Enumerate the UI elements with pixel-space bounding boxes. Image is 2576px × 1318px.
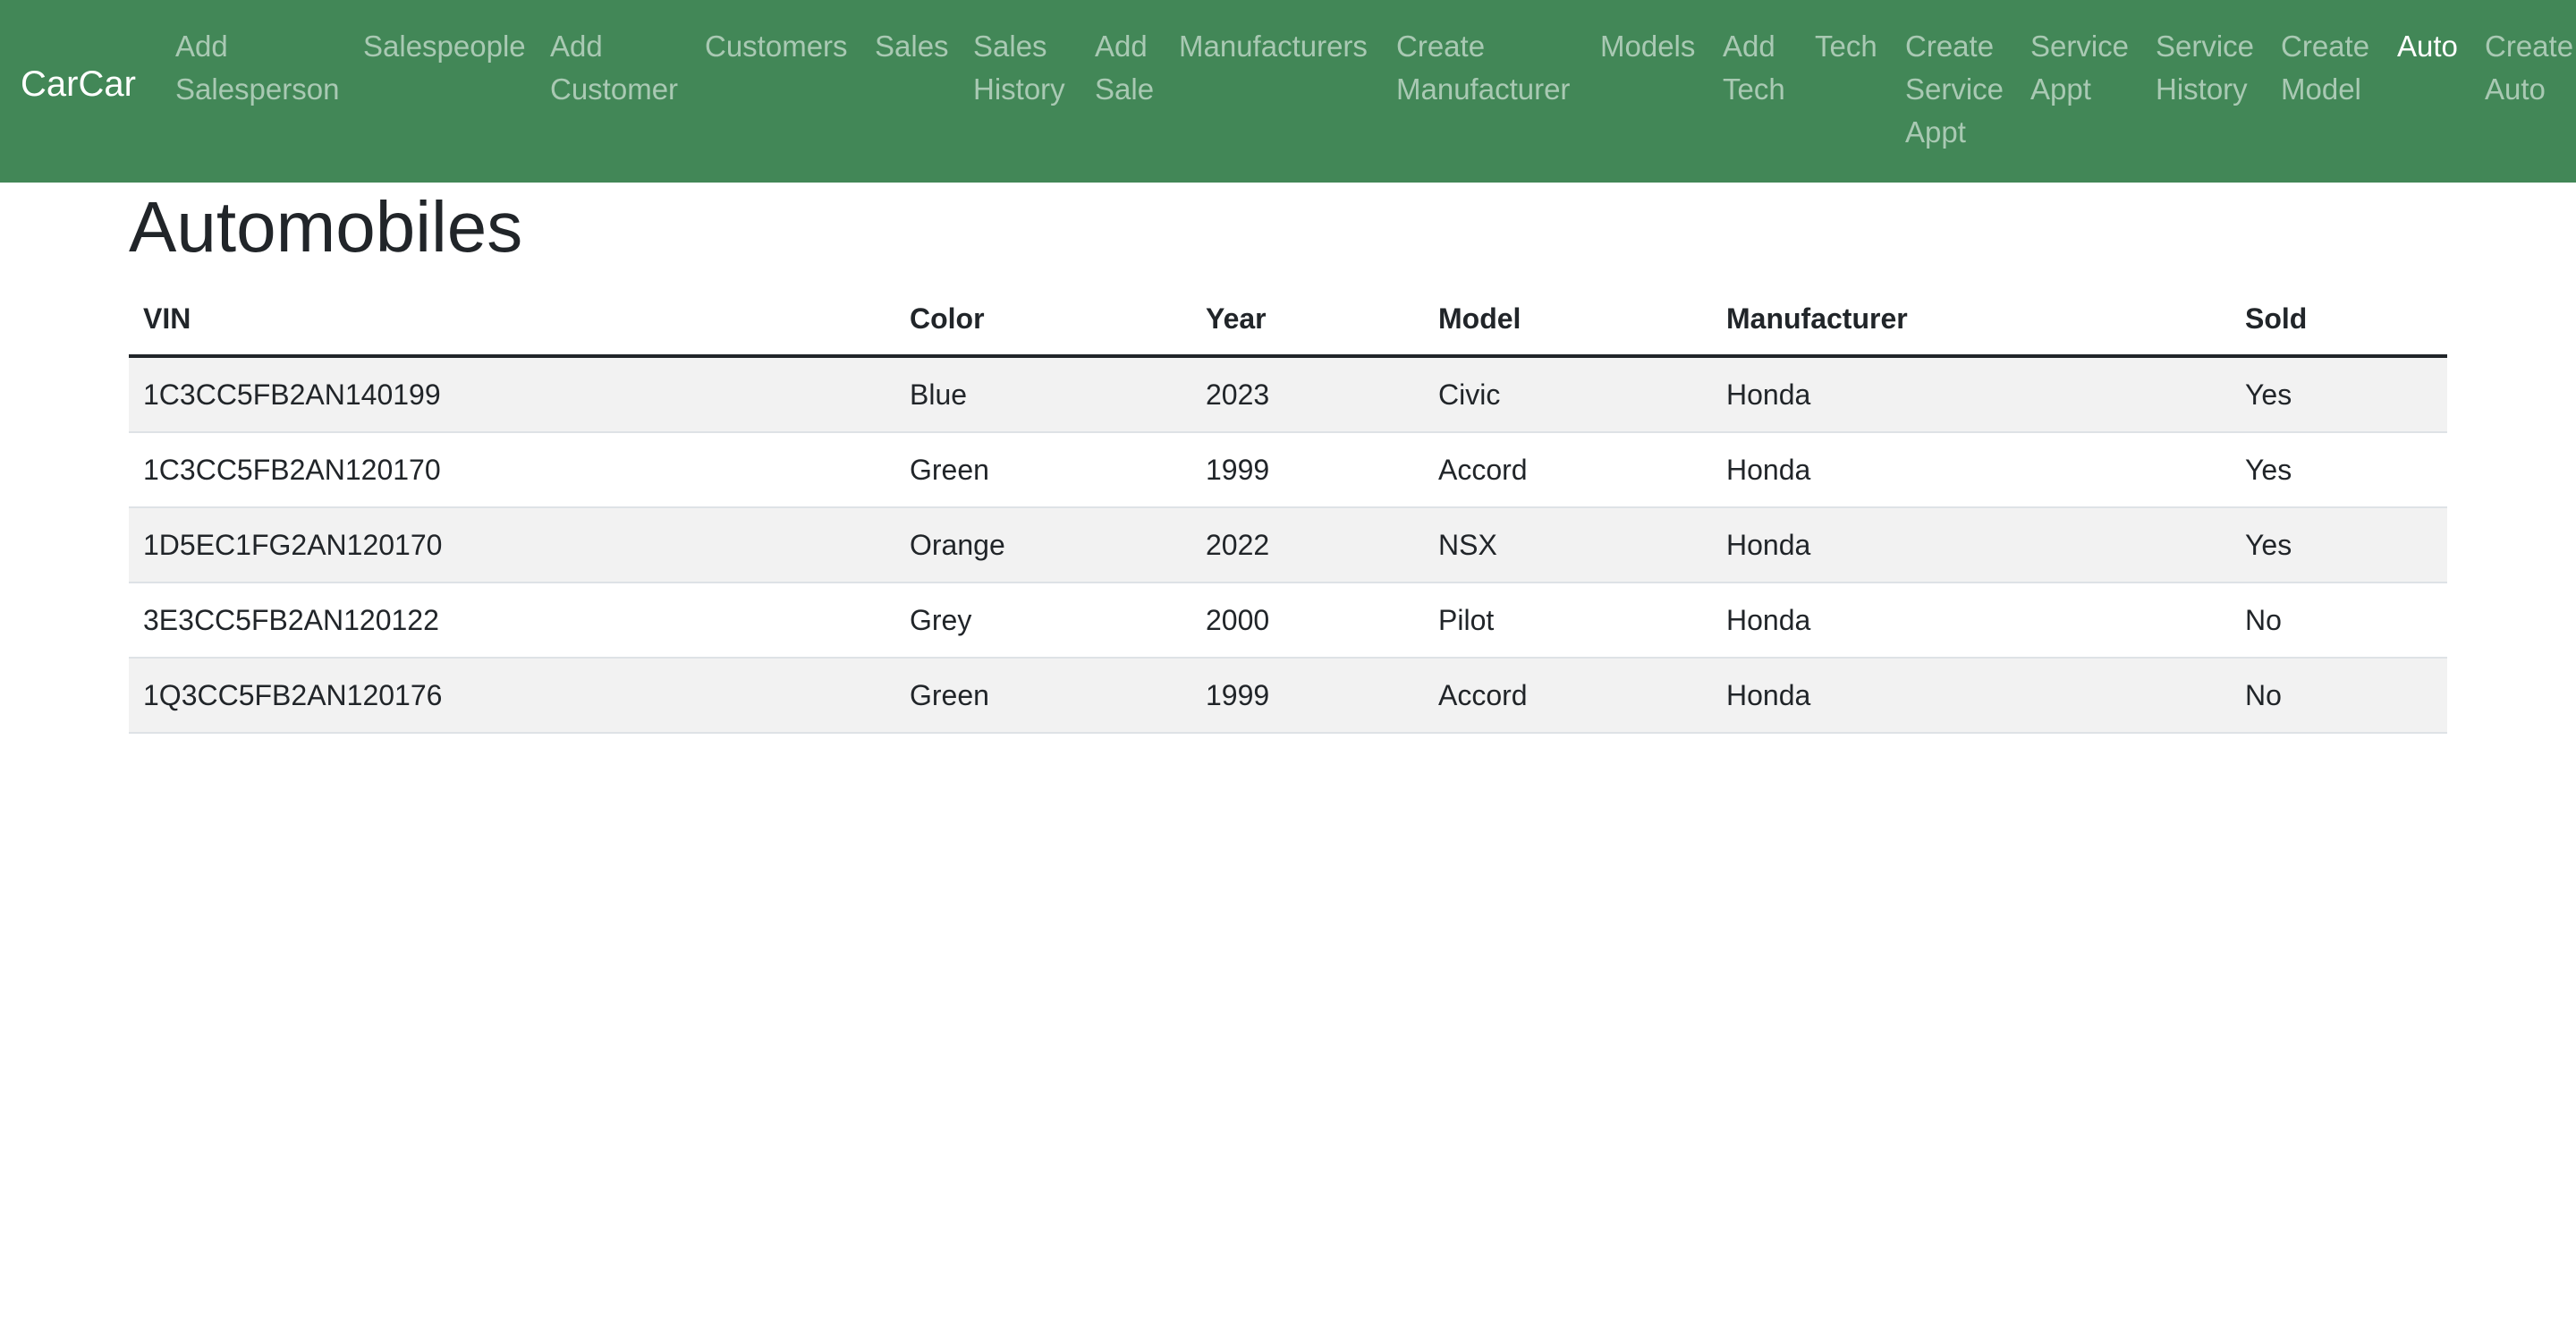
cell-vin: 1Q3CC5FB2AN120176 <box>129 658 895 734</box>
cell-model: Pilot <box>1424 582 1712 659</box>
cell-sold: Yes <box>2231 507 2447 583</box>
nav-sales-history[interactable]: Sales History <box>973 25 1065 111</box>
nav-create-auto[interactable]: Create Auto <box>2485 25 2573 111</box>
cell-vin: 3E3CC5FB2AN120122 <box>129 582 895 659</box>
cell-year: 2023 <box>1191 356 1424 433</box>
cell-model: NSX <box>1424 507 1712 583</box>
table-row: 3E3CC5FB2AN120122 Grey 2000 Pilot Honda … <box>129 582 2447 659</box>
cell-color: Grey <box>895 582 1191 659</box>
cell-model: Accord <box>1424 432 1712 508</box>
cell-color: Orange <box>895 507 1191 583</box>
cell-sold: Yes <box>2231 356 2447 433</box>
cell-sold: No <box>2231 658 2447 734</box>
cell-model: Civic <box>1424 356 1712 433</box>
cell-year: 1999 <box>1191 432 1424 508</box>
cell-vin: 1C3CC5FB2AN120170 <box>129 432 895 508</box>
brand-link[interactable]: CarCar <box>21 66 136 102</box>
nav-tech[interactable]: Tech <box>1815 25 1877 68</box>
nav-service-history[interactable]: Service History <box>2156 25 2254 111</box>
cell-manufacturer: Honda <box>1712 507 2231 583</box>
col-header-sold: Sold <box>2231 283 2447 358</box>
cell-year: 2000 <box>1191 582 1424 659</box>
nav-service-appt[interactable]: Service Appt <box>2030 25 2129 111</box>
nav-salespeople[interactable]: Salespeople <box>363 25 526 68</box>
nav-create-service-appt[interactable]: Create Service Appt <box>1905 25 2004 154</box>
cell-color: Green <box>895 432 1191 508</box>
automobiles-table: VIN Color Year Model Manufacturer Sold 1… <box>129 283 2447 734</box>
cell-year: 2022 <box>1191 507 1424 583</box>
col-header-color: Color <box>895 283 1191 358</box>
cell-year: 1999 <box>1191 658 1424 734</box>
nav-create-model[interactable]: Create Model <box>2281 25 2369 111</box>
cell-color: Green <box>895 658 1191 734</box>
nav-sales[interactable]: Sales <box>875 25 949 68</box>
nav-models[interactable]: Models <box>1600 25 1695 68</box>
table-header-row: VIN Color Year Model Manufacturer Sold <box>129 283 2447 358</box>
cell-color: Blue <box>895 356 1191 433</box>
table-row: 1D5EC1FG2AN120170 Orange 2022 NSX Honda … <box>129 507 2447 583</box>
table-row: 1Q3CC5FB2AN120176 Green 1999 Accord Hond… <box>129 658 2447 734</box>
page-title: Automobiles <box>129 187 523 267</box>
cell-manufacturer: Honda <box>1712 432 2231 508</box>
nav-add-salesperson[interactable]: Add Salesperson <box>175 25 339 111</box>
cell-model: Accord <box>1424 658 1712 734</box>
table-row: 1C3CC5FB2AN120170 Green 1999 Accord Hond… <box>129 432 2447 508</box>
col-header-manufacturer: Manufacturer <box>1712 283 2231 358</box>
nav-auto[interactable]: Auto <box>2397 25 2458 68</box>
nav-add-customer[interactable]: Add Customer <box>550 25 678 111</box>
nav-create-manufacturer[interactable]: Create Manufacturer <box>1396 25 1570 111</box>
col-header-model: Model <box>1424 283 1712 358</box>
cell-vin: 1D5EC1FG2AN120170 <box>129 507 895 583</box>
nav-manufacturers[interactable]: Manufacturers <box>1179 25 1368 68</box>
navbar: CarCar Add Salesperson Salespeople Add C… <box>0 0 2576 183</box>
cell-manufacturer: Honda <box>1712 356 2231 433</box>
cell-sold: Yes <box>2231 432 2447 508</box>
nav-add-sale[interactable]: Add Sale <box>1095 25 1154 111</box>
cell-vin: 1C3CC5FB2AN140199 <box>129 356 895 433</box>
col-header-year: Year <box>1191 283 1424 358</box>
nav-add-tech[interactable]: Add Tech <box>1723 25 1785 111</box>
nav-customers[interactable]: Customers <box>705 25 848 68</box>
col-header-vin: VIN <box>129 283 895 358</box>
cell-manufacturer: Honda <box>1712 582 2231 659</box>
cell-sold: No <box>2231 582 2447 659</box>
cell-manufacturer: Honda <box>1712 658 2231 734</box>
table-row: 1C3CC5FB2AN140199 Blue 2023 Civic Honda … <box>129 356 2447 433</box>
